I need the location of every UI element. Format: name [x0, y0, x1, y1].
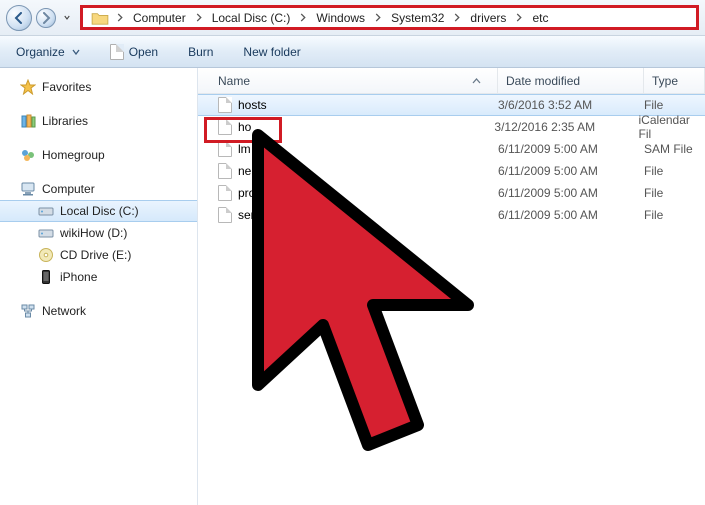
- homegroup-icon: [20, 147, 36, 163]
- column-name[interactable]: Name: [198, 68, 498, 93]
- file-type: File: [644, 186, 663, 200]
- crumb-localdisc[interactable]: Local Disc (C:): [206, 8, 297, 27]
- network-label: Network: [42, 304, 86, 318]
- file-date: 3/6/2016 3:52 AM: [498, 98, 644, 112]
- breadcrumb[interactable]: Computer Local Disc (C:) Windows System3…: [80, 5, 699, 30]
- homegroup-label: Homegroup: [42, 148, 105, 162]
- crumb-etc[interactable]: etc: [526, 8, 554, 27]
- newfolder-button[interactable]: New folder: [237, 41, 306, 63]
- file-row[interactable]: ne 6/11/2009 5:00 AM File: [198, 160, 705, 182]
- file-icon: [218, 185, 232, 201]
- file-name: lm: [238, 142, 251, 156]
- libraries-label: Libraries: [42, 114, 88, 128]
- file-date: 3/12/2016 2:35 AM: [494, 120, 638, 134]
- file-row[interactable]: ser 6/11/2009 5:00 AM File: [198, 204, 705, 226]
- crumb-windows[interactable]: Windows: [310, 8, 371, 27]
- sidebar-item-iphone[interactable]: iPhone: [0, 266, 197, 288]
- file-name: hosts: [238, 98, 267, 112]
- file-row-hosts[interactable]: hosts 3/6/2016 3:52 AM File: [198, 94, 705, 116]
- column-date-label: Date modified: [506, 74, 580, 88]
- burn-button[interactable]: Burn: [182, 41, 219, 63]
- file-name: pro: [238, 186, 255, 200]
- file-date: 6/11/2009 5:00 AM: [498, 142, 644, 156]
- hdd-icon: [38, 225, 54, 241]
- caret-down-icon: [72, 49, 80, 55]
- file-row[interactable]: lm 6/11/2009 5:00 AM SAM File: [198, 138, 705, 160]
- file-icon: [218, 97, 232, 113]
- sidebar-item-favorites[interactable]: Favorites: [0, 76, 197, 98]
- computer-icon: [20, 181, 36, 197]
- favorites-label: Favorites: [42, 80, 91, 94]
- column-type[interactable]: Type: [644, 68, 705, 93]
- file-row[interactable]: ho 3/12/2016 2:35 AM iCalendar Fil: [198, 116, 705, 138]
- computer-label: Computer: [42, 182, 95, 196]
- file-name: ne: [238, 164, 251, 178]
- file-type: SAM File: [644, 142, 693, 156]
- crumb-system32[interactable]: System32: [385, 8, 450, 27]
- file-icon: [218, 119, 232, 135]
- file-date: 6/11/2009 5:00 AM: [498, 164, 644, 178]
- file-icon: [218, 141, 232, 157]
- column-type-label: Type: [652, 74, 678, 88]
- sidebar-item-drive-e[interactable]: CD Drive (E:): [0, 244, 197, 266]
- folder-icon: [91, 11, 109, 25]
- sidebar-item-network[interactable]: Network: [0, 300, 197, 322]
- history-dropdown[interactable]: [60, 11, 74, 25]
- sidebar-item-drive-c[interactable]: Local Disc (C:): [0, 200, 197, 222]
- sort-asc-icon: [472, 78, 481, 84]
- file-icon: [218, 163, 232, 179]
- sidebar: Favorites Libraries Homegroup: [0, 68, 198, 505]
- back-button[interactable]: [6, 5, 32, 31]
- file-name: ho: [238, 120, 251, 134]
- drive-label: iPhone: [60, 270, 97, 284]
- column-headers: Name Date modified Type: [198, 68, 705, 94]
- chevron-icon[interactable]: [296, 11, 310, 25]
- drive-label: CD Drive (E:): [60, 248, 131, 262]
- device-icon: [38, 269, 54, 285]
- organize-label: Organize: [16, 45, 65, 59]
- file-icon: [218, 207, 232, 223]
- sidebar-item-drive-d[interactable]: wikiHow (D:): [0, 222, 197, 244]
- organize-button[interactable]: Organize: [10, 41, 86, 63]
- chevron-icon[interactable]: [113, 11, 127, 25]
- star-icon: [20, 79, 36, 95]
- address-bar: Computer Local Disc (C:) Windows System3…: [0, 0, 705, 36]
- file-type: File: [644, 208, 663, 222]
- crumb-computer[interactable]: Computer: [127, 8, 192, 27]
- file-date: 6/11/2009 5:00 AM: [498, 208, 644, 222]
- drive-label: wikiHow (D:): [60, 226, 127, 240]
- sidebar-item-homegroup[interactable]: Homegroup: [0, 144, 197, 166]
- file-type: File: [644, 164, 663, 178]
- drive-label: Local Disc (C:): [60, 204, 139, 218]
- file-type: iCalendar Fil: [639, 113, 705, 141]
- file-date: 6/11/2009 5:00 AM: [498, 186, 644, 200]
- main: Favorites Libraries Homegroup: [0, 68, 705, 505]
- column-name-label: Name: [218, 74, 250, 88]
- file-icon: [110, 44, 124, 60]
- libraries-icon: [20, 113, 36, 129]
- toolbar: Organize Open Burn New folder: [0, 36, 705, 68]
- open-label: Open: [129, 45, 158, 59]
- file-type: File: [644, 98, 663, 112]
- chevron-icon[interactable]: [450, 11, 464, 25]
- open-button[interactable]: Open: [104, 40, 164, 64]
- file-name: ser: [238, 208, 255, 222]
- sidebar-item-computer[interactable]: Computer: [0, 178, 197, 200]
- chevron-icon[interactable]: [371, 11, 385, 25]
- cd-icon: [38, 247, 54, 263]
- forward-button[interactable]: [36, 8, 56, 28]
- hdd-icon: [38, 203, 54, 219]
- file-pane: Name Date modified Type hosts 3/6/2016 3…: [198, 68, 705, 505]
- chevron-icon[interactable]: [192, 11, 206, 25]
- newfolder-label: New folder: [243, 45, 300, 59]
- burn-label: Burn: [188, 45, 213, 59]
- network-icon: [20, 303, 36, 319]
- column-date[interactable]: Date modified: [498, 68, 644, 93]
- sidebar-item-libraries[interactable]: Libraries: [0, 110, 197, 132]
- chevron-icon[interactable]: [512, 11, 526, 25]
- file-row[interactable]: pro 6/11/2009 5:00 AM File: [198, 182, 705, 204]
- crumb-drivers[interactable]: drivers: [464, 8, 512, 27]
